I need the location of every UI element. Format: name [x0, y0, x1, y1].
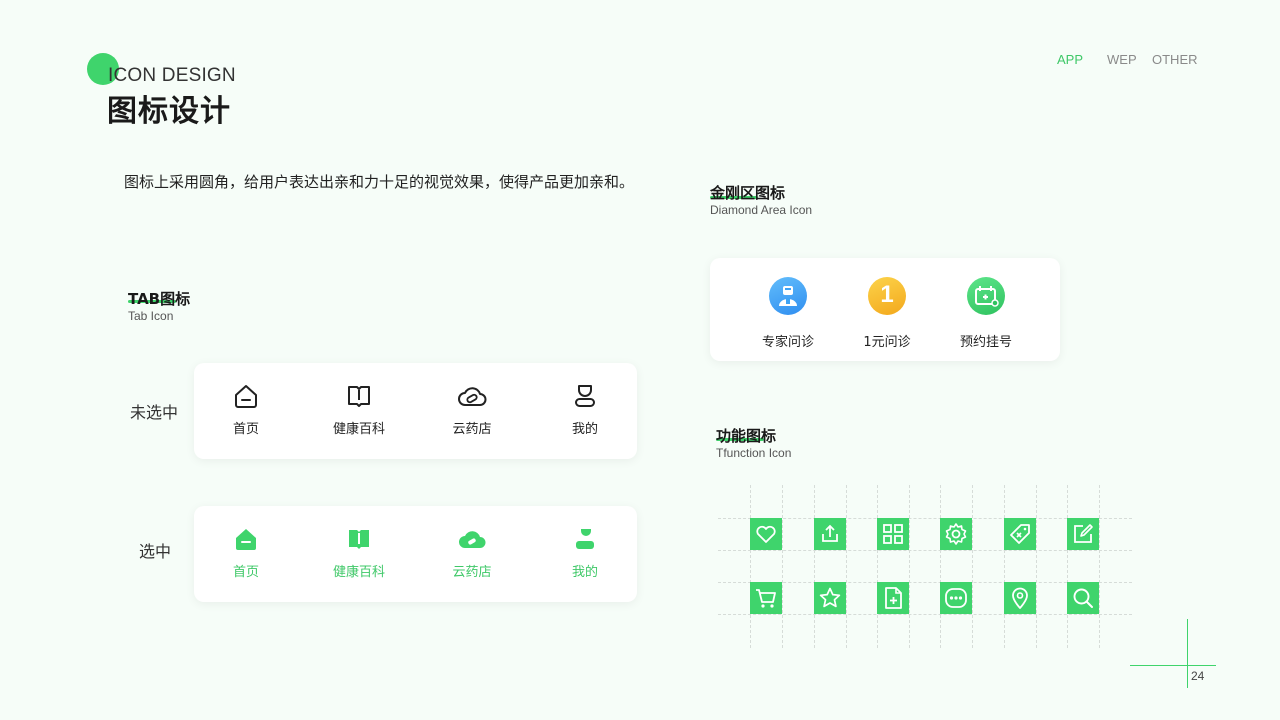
grid-guide — [782, 485, 783, 648]
doctor-icon — [769, 277, 807, 315]
grid-guide — [718, 614, 1132, 615]
grid-guide — [1004, 485, 1005, 648]
location-icon[interactable] — [1004, 582, 1036, 614]
diamond-label: 预约挂号 — [959, 335, 1012, 350]
nav-other[interactable]: OTHER — [1152, 52, 1198, 67]
grid-icon[interactable] — [877, 518, 909, 550]
cloud-pill-icon — [459, 531, 486, 548]
tab-label: 首页 — [232, 422, 259, 437]
star-icon[interactable] — [814, 582, 846, 614]
edit-icon[interactable] — [1067, 518, 1099, 550]
tab-mine-selected[interactable]: 我的 — [530, 506, 640, 602]
share-icon[interactable] — [814, 518, 846, 550]
one-yuan-icon: 1 — [868, 277, 906, 315]
search-icon[interactable] — [1067, 582, 1099, 614]
tab-section-title: TAB图标 — [128, 290, 191, 308]
gear-icon[interactable] — [940, 518, 972, 550]
user-icon — [575, 385, 595, 407]
book-icon — [348, 386, 370, 407]
tab-health-selected[interactable]: 健康百科 — [304, 506, 414, 602]
grid-guide — [718, 550, 1132, 551]
cart-icon[interactable] — [750, 582, 782, 614]
grid-guide — [1067, 485, 1068, 648]
diamond-card: 专家问诊 1 1元问诊 预约挂号 — [710, 258, 1060, 361]
appointment-icon — [967, 277, 1005, 315]
tab-pharmacy-selected[interactable]: 云药店 — [417, 506, 527, 602]
grid-guide — [750, 485, 751, 648]
tab-label: 我的 — [571, 565, 598, 580]
corner-line-horizontal — [1130, 665, 1216, 666]
book-icon — [349, 530, 369, 549]
selected-label: 选中 — [139, 542, 172, 561]
tab-mine[interactable]: 我的 — [530, 363, 640, 459]
cloud-pill-icon — [458, 387, 487, 406]
diamond-section-subtitle: Diamond Area Icon — [710, 203, 813, 217]
intro-text: 图标上采用圆角，给用户表达出亲和力十足的视觉效果，使得产品更加亲和。 — [124, 173, 635, 191]
unselected-label: 未选中 — [130, 403, 179, 422]
grid-guide — [877, 485, 878, 648]
diamond-section-title: 金刚区图标 — [710, 184, 786, 202]
tab-label: 云药店 — [452, 422, 492, 437]
tab-label: 首页 — [232, 565, 259, 580]
tab-label: 云药店 — [452, 565, 492, 580]
tab-home[interactable]: 首页 — [191, 363, 301, 459]
page-number: 24 — [1191, 669, 1205, 683]
corner-line-vertical — [1187, 619, 1188, 688]
heart-icon[interactable] — [750, 518, 782, 550]
grid-guide — [940, 485, 941, 648]
tab-health[interactable]: 健康百科 — [304, 363, 414, 459]
tab-label: 健康百科 — [332, 565, 385, 580]
tab-label: 我的 — [571, 422, 598, 437]
diamond-label: 专家问诊 — [761, 335, 814, 350]
tag-icon[interactable] — [1004, 518, 1036, 550]
function-section-title: 功能图标 — [716, 427, 777, 445]
nav-wep[interactable]: WEP — [1107, 52, 1137, 67]
tab-pharmacy[interactable]: 云药店 — [417, 363, 527, 459]
one-yuan-glyph: 1 — [880, 281, 894, 308]
tab-bar-selected: 首页 健康百科 云药店 我的 — [194, 506, 637, 602]
grid-guide — [1099, 485, 1100, 648]
function-section-subtitle: Tfunction Icon — [716, 446, 792, 460]
tab-label: 健康百科 — [332, 422, 385, 437]
message-icon[interactable] — [940, 582, 972, 614]
grid-guide — [814, 485, 815, 648]
grid-guide — [1036, 485, 1037, 648]
diamond-label: 1元问诊 — [863, 335, 911, 350]
title-english: ICON DESIGN — [108, 65, 236, 86]
page-title: 图标设计 — [107, 94, 231, 129]
tab-home-selected[interactable]: 首页 — [191, 506, 301, 602]
home-icon — [236, 529, 256, 550]
tab-section-subtitle: Tab Icon — [128, 309, 174, 323]
add-file-icon[interactable] — [877, 582, 909, 614]
nav-app[interactable]: APP — [1057, 52, 1083, 67]
grid-guide — [972, 485, 973, 648]
grid-guide — [909, 485, 910, 648]
tab-bar-unselected: 首页 健康百科 云药店 我的 — [194, 363, 637, 459]
grid-guide — [846, 485, 847, 648]
home-icon — [235, 385, 257, 408]
user-icon — [576, 529, 594, 549]
